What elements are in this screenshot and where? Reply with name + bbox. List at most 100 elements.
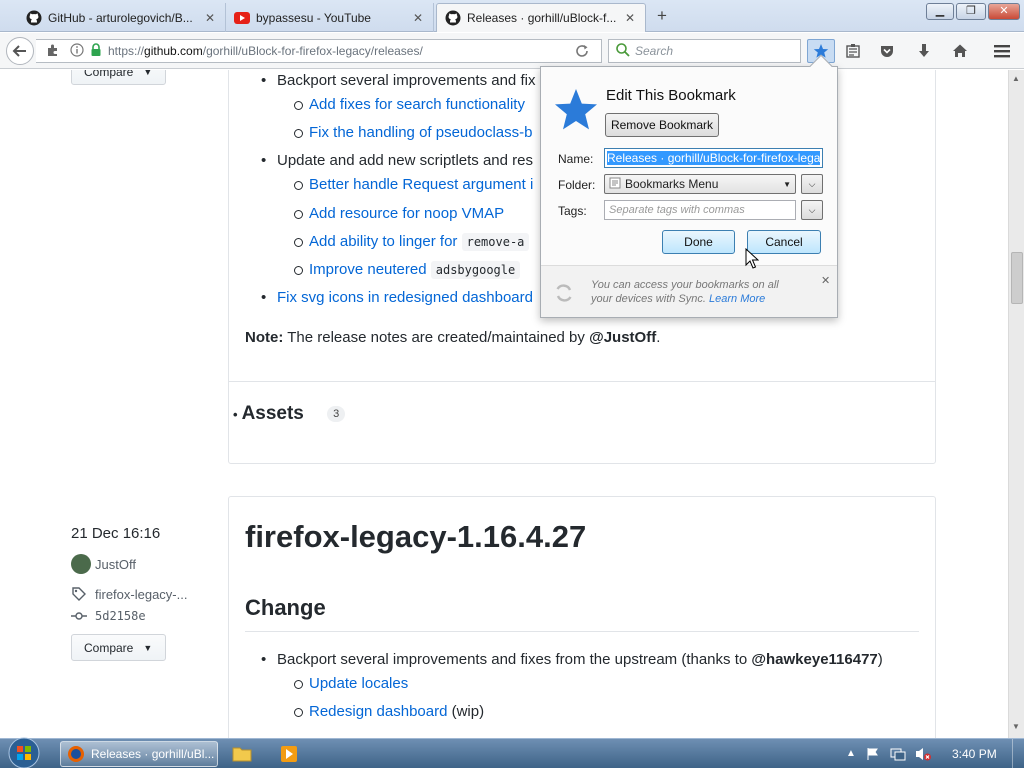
media-player-icon	[281, 746, 297, 762]
addon-icon[interactable]	[46, 43, 62, 60]
new-tab-button[interactable]: +	[652, 6, 672, 26]
star-icon	[555, 89, 597, 130]
assets-toggle[interactable]: • Assets 3	[233, 403, 346, 425]
remove-bookmark-button[interactable]: Remove Bookmark	[605, 113, 719, 137]
tags-input[interactable]: Separate tags with commas	[604, 200, 796, 220]
taskbar: Releases · gorhill/uBl... ▲ 3:40 PM	[0, 737, 1024, 768]
tab-title: bypassesu - YouTube	[256, 10, 371, 25]
note-end: .	[656, 329, 661, 346]
name-field[interactable]: Releases · gorhill/uBlock-for-firefox-le…	[604, 148, 823, 168]
link-text[interactable]: Add resource for noop VMAP	[309, 205, 504, 222]
note-text: The release notes are created/maintained…	[283, 329, 590, 346]
minimize-button[interactable]: ▁	[926, 3, 954, 20]
done-button[interactable]: Done	[662, 230, 735, 254]
list-item-link[interactable]: Redesign dashboard (wip)	[293, 703, 484, 720]
pocket-button[interactable]	[873, 39, 901, 63]
vertical-scrollbar[interactable]: ▲ ▼	[1008, 70, 1024, 738]
taskbar-firefox[interactable]: Releases · gorhill/uBl...	[60, 741, 218, 767]
tab-title: GitHub - arturolegovich/B...	[48, 10, 193, 25]
clock[interactable]: 3:40 PM	[952, 747, 997, 761]
url-bar[interactable]: https://github.com/gorhill/uBlock-for-fi…	[36, 39, 602, 63]
folder-value: Bookmarks Menu	[625, 177, 719, 191]
scroll-down-icon[interactable]: ▼	[1012, 722, 1020, 731]
list-item-end: )	[877, 651, 883, 668]
link-text[interactable]: Fix the handling of pseudoclass-b	[309, 124, 532, 141]
search-input[interactable]: Search	[608, 39, 801, 63]
list-item-text: Backport several improvements and fixes …	[277, 651, 752, 668]
info-icon[interactable]	[70, 42, 84, 60]
tab-youtube[interactable]: bypassesu - YouTube ✕	[226, 3, 434, 32]
scroll-thumb[interactable]	[1011, 252, 1023, 304]
list-item-link[interactable]: Add ability to linger for remove-a	[293, 233, 530, 251]
list-item-link[interactable]: Add fixes for search functionality	[294, 96, 525, 113]
list-item-link[interactable]: Add resource for noop VMAP	[293, 205, 504, 222]
release-author[interactable]: JustOff	[71, 554, 136, 574]
menu-button[interactable]	[988, 39, 1016, 63]
user-link[interactable]: @hawkeye116477	[751, 651, 877, 668]
link-text[interactable]: Fix svg icons in redesigned dashboard	[277, 289, 533, 306]
close-icon[interactable]: ✕	[411, 11, 425, 25]
list-item-link[interactable]: Fix the handling of pseudoclass-b	[293, 124, 532, 141]
taskbar-title: Releases · gorhill/uBl...	[91, 747, 215, 761]
learn-more-link[interactable]: Learn More	[709, 293, 765, 305]
taskbar-explorer[interactable]	[232, 741, 254, 767]
back-button[interactable]	[6, 37, 34, 65]
flag-icon[interactable]	[866, 747, 880, 761]
tab-github[interactable]: GitHub - arturolegovich/B... ✕	[18, 3, 226, 32]
author-name[interactable]: JustOff	[95, 557, 136, 572]
compare-button[interactable]: Compare ▼	[71, 70, 166, 85]
maximize-button[interactable]: ❐	[956, 3, 986, 20]
close-icon[interactable]: ✕	[203, 11, 217, 25]
network-icon[interactable]	[890, 747, 906, 761]
sync-message: You can access your bookmarks on all you…	[591, 278, 801, 306]
url-text[interactable]: https://github.com/gorhill/uBlock-for-fi…	[108, 44, 423, 58]
mouse-cursor-icon	[745, 248, 759, 269]
list-item: Update and add new scriptlets and res	[261, 152, 533, 169]
close-icon[interactable]: ✕	[821, 274, 830, 287]
list-item-link[interactable]: Improve neutered adsbygoogle	[293, 261, 521, 279]
tag-text[interactable]: firefox-legacy-...	[95, 587, 187, 602]
list-item-link[interactable]: Fix svg icons in redesigned dashboard	[261, 289, 533, 306]
list-item-link[interactable]: Better handle Request argument i	[293, 176, 533, 193]
volume-muted-icon[interactable]	[914, 746, 932, 762]
reload-icon[interactable]	[574, 43, 590, 62]
link-text[interactable]: Update locales	[309, 675, 408, 692]
name-value-selected: Releases · gorhill/uBlock-for-firefox-le…	[607, 151, 820, 165]
commit-icon	[71, 612, 87, 620]
release-tag[interactable]: firefox-legacy-...	[71, 586, 187, 602]
tray-expand-icon[interactable]: ▲	[846, 748, 856, 759]
page-content: Compare ▼ Backport several improvements a…	[0, 70, 1008, 738]
url-prefix: https://	[108, 44, 145, 58]
downloads-button[interactable]	[910, 39, 938, 63]
taskbar-media[interactable]	[280, 741, 302, 767]
folder-tree-expander[interactable]: ⌵	[801, 174, 823, 194]
show-desktop-button[interactable]	[1012, 739, 1024, 768]
compare-button[interactable]: Compare ▼	[71, 634, 166, 661]
link-text[interactable]: Add ability to linger for	[309, 233, 457, 250]
link-text[interactable]: Better handle Request argument i	[309, 176, 533, 193]
tags-expander[interactable]: ⌵	[801, 200, 823, 220]
release-title[interactable]: firefox-legacy-1.16.4.27	[245, 519, 586, 555]
bookmarks-menu-button[interactable]	[839, 39, 867, 63]
bookmarks-folder-icon	[609, 177, 621, 192]
scroll-up-icon[interactable]: ▲	[1012, 74, 1020, 83]
caret-down-icon: ▼	[143, 642, 153, 653]
avatar	[71, 554, 91, 574]
release-commit[interactable]: 5d2158e	[71, 608, 146, 624]
folder-select[interactable]: Bookmarks Menu ▼	[604, 174, 796, 194]
list-item: Backport several improvements and fixes …	[261, 651, 883, 668]
note-author-link[interactable]: @JustOff	[589, 329, 656, 346]
link-text[interactable]: Redesign dashboard	[309, 703, 447, 720]
inline-code: adsbygoogle	[430, 261, 521, 279]
tab-releases[interactable]: Releases · gorhill/uBlock-f... ✕	[436, 3, 646, 32]
github-icon	[26, 10, 42, 26]
system-tray: ▲ 3:40 PM	[840, 739, 1024, 768]
window-close-button[interactable]: ✕	[988, 3, 1020, 20]
commit-hash[interactable]: 5d2158e	[95, 609, 146, 623]
home-button[interactable]	[946, 39, 974, 63]
link-text[interactable]: Add fixes for search functionality	[309, 96, 525, 113]
list-item-link[interactable]: Update locales	[293, 675, 408, 692]
close-icon[interactable]: ✕	[623, 11, 637, 25]
start-button[interactable]	[4, 737, 44, 768]
link-text[interactable]: Improve neutered	[309, 261, 427, 278]
